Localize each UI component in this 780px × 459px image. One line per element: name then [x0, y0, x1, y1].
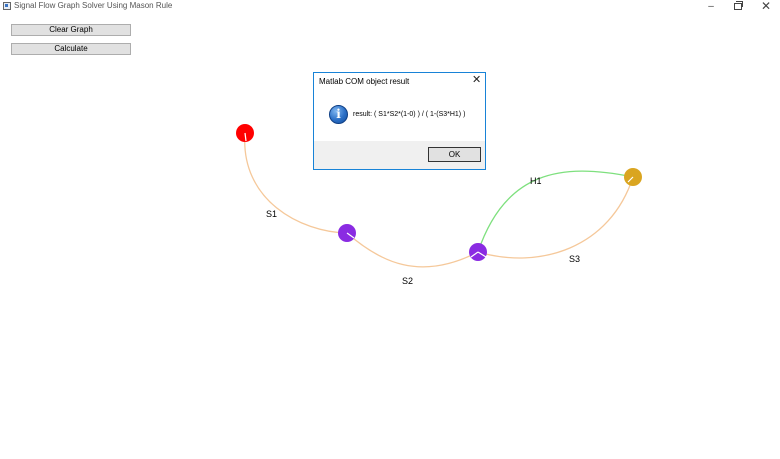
graph-node-1[interactable]: [236, 124, 254, 142]
info-icon: i: [329, 105, 348, 124]
dialog-footer: OK: [314, 141, 485, 169]
dialog-title: Matlab COM object result: [319, 77, 410, 86]
result-dialog: Matlab COM object result ✕ i result: ( S…: [313, 72, 486, 170]
graph-node-3[interactable]: [469, 243, 487, 261]
graph-node-4[interactable]: [624, 168, 642, 186]
edge-label-s1: S1: [266, 209, 277, 219]
edge-h1[interactable]: [477, 170, 634, 253]
edge-label-s2: S2: [402, 276, 413, 286]
edge-s3[interactable]: [477, 176, 634, 259]
dialog-close-button[interactable]: ✕: [472, 75, 481, 86]
edge-s2[interactable]: [346, 232, 479, 268]
edge-label-h1: H1: [530, 176, 542, 186]
signal-flow-graph-canvas[interactable]: S1 S2 S3 H1: [0, 0, 780, 459]
dialog-message: result: ( S1*S2*(1-0) ) / ( 1-(S3*H1) ): [353, 111, 466, 118]
graph-node-2[interactable]: [338, 224, 356, 242]
ok-button[interactable]: OK: [428, 147, 481, 162]
edge-label-s3: S3: [569, 254, 580, 264]
